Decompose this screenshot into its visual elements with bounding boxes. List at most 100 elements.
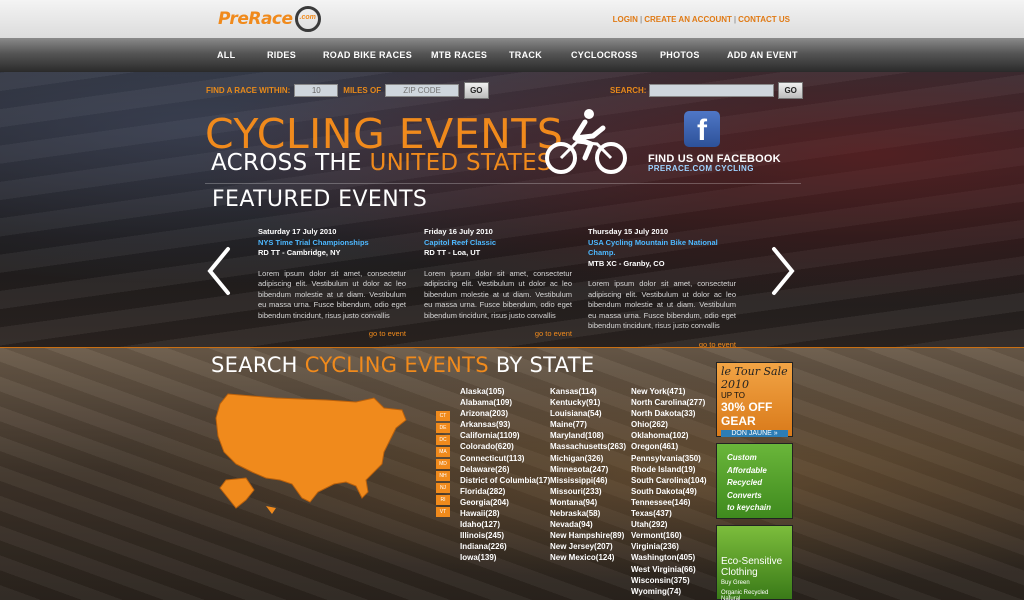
- state-link[interactable]: Indiana(226): [460, 541, 550, 552]
- search-input[interactable]: [649, 83, 775, 97]
- site-search-form: SEARCH: GO: [610, 81, 803, 99]
- state-link[interactable]: Colorado(620): [460, 441, 550, 452]
- state-ma[interactable]: MA: [436, 447, 450, 457]
- us-map[interactable]: [206, 388, 411, 518]
- state-link[interactable]: Pennsylvania(350): [631, 453, 707, 464]
- nav-mtb-races[interactable]: MTB RACES: [431, 50, 509, 60]
- state-link[interactable]: Idaho(127): [460, 519, 550, 530]
- state-link[interactable]: South Dakota(49): [631, 486, 707, 497]
- state-vt[interactable]: VT: [436, 507, 450, 517]
- logo-text: PreRace: [218, 9, 293, 29]
- prerace-logo[interactable]: PreRace .com: [218, 6, 321, 32]
- state-link[interactable]: Missouri(233): [550, 486, 626, 497]
- state-link[interactable]: Arizona(203): [460, 408, 550, 419]
- state-list-col3: New York(471) North Carolina(277) North …: [631, 386, 707, 597]
- ad-tagline: Buy Green: [721, 580, 750, 586]
- nav-add-an-event[interactable]: ADD AN EVENT: [727, 50, 807, 60]
- state-link[interactable]: Arkansas(93): [460, 419, 550, 430]
- main-navigation: ALL RIDES ROAD BIKE RACES MTB RACES TRAC…: [0, 38, 1024, 72]
- state-link[interactable]: Ohio(262): [631, 419, 707, 430]
- state-link[interactable]: Rhode Island(19): [631, 464, 707, 475]
- state-link[interactable]: Vermont(160): [631, 530, 707, 541]
- miles-input[interactable]: [294, 83, 339, 97]
- state-link[interactable]: Florida(282): [460, 486, 550, 497]
- state-link[interactable]: Maine(77): [550, 419, 626, 430]
- state-link[interactable]: Montana(94): [550, 497, 626, 508]
- state-link[interactable]: Utah(292): [631, 519, 707, 530]
- state-link[interactable]: Iowa(139): [460, 552, 550, 563]
- ad-footer: Organic Recycled Natural: [721, 590, 769, 600]
- eco-clothing-ad[interactable]: Eco-Sensitive Clothing Buy Green Organic…: [716, 525, 793, 600]
- state-de[interactable]: DE: [436, 423, 450, 433]
- state-link[interactable]: Alabama(109): [460, 397, 550, 408]
- state-link[interactable]: California(1109): [460, 430, 550, 441]
- state-link[interactable]: Wyoming(74): [631, 586, 707, 597]
- state-link[interactable]: Minnesota(247): [550, 464, 626, 475]
- nav-track[interactable]: TRACK: [509, 50, 571, 60]
- go-to-event-link[interactable]: go to event: [424, 329, 572, 340]
- state-link[interactable]: New York(471): [631, 386, 707, 397]
- ad-line: Affordable: [727, 465, 767, 475]
- state-nj[interactable]: NJ: [436, 483, 450, 493]
- state-link[interactable]: Kentucky(91): [550, 397, 626, 408]
- keychain-ad[interactable]: Custom Affordable Recycled Converts to k…: [716, 443, 793, 519]
- state-dc[interactable]: DC: [436, 435, 450, 445]
- login-link[interactable]: LOGIN: [613, 15, 638, 24]
- event-date: Thursday 15 July 2010: [588, 227, 669, 236]
- search-go-button[interactable]: GO: [778, 81, 803, 99]
- state-link[interactable]: Mississippi(46): [550, 475, 626, 486]
- state-link[interactable]: Maryland(108): [550, 430, 626, 441]
- state-link[interactable]: Illinois(245): [460, 530, 550, 541]
- event-name-link[interactable]: USA Cycling Mountain Bike National Champ…: [588, 238, 736, 259]
- nav-photos[interactable]: PHOTOS: [660, 50, 727, 60]
- event-name-link[interactable]: NYS Time Trial Championships: [258, 238, 406, 249]
- state-link[interactable]: Alaska(105): [460, 386, 550, 397]
- state-link[interactable]: New Jersey(207): [550, 541, 626, 552]
- state-link[interactable]: Washington(405): [631, 552, 707, 563]
- state-link[interactable]: Wisconsin(375): [631, 575, 707, 586]
- state-link[interactable]: North Carolina(277): [631, 397, 707, 408]
- state-link[interactable]: Michigan(326): [550, 453, 626, 464]
- state-link[interactable]: North Dakota(33): [631, 408, 707, 419]
- event-name-link[interactable]: Capitol Reef Classic: [424, 238, 572, 249]
- state-link[interactable]: Kansas(114): [550, 386, 626, 397]
- state-ct[interactable]: CT: [436, 411, 450, 421]
- state-link[interactable]: Tennessee(146): [631, 497, 707, 508]
- nav-rides[interactable]: RIDES: [267, 50, 323, 60]
- state-link[interactable]: New Mexico(124): [550, 552, 626, 563]
- state-link[interactable]: Delaware(26): [460, 464, 550, 475]
- state-nh[interactable]: NH: [436, 471, 450, 481]
- carousel-prev-arrow-icon[interactable]: [204, 245, 232, 297]
- state-link[interactable]: District of Columbia(17): [460, 475, 550, 486]
- state-link[interactable]: Oklahoma(102): [631, 430, 707, 441]
- facebook-icon[interactable]: f: [684, 111, 720, 147]
- state-ri[interactable]: RI: [436, 495, 450, 505]
- ad-line: Custom: [727, 453, 757, 462]
- state-link[interactable]: South Carolina(104): [631, 475, 707, 486]
- state-link[interactable]: Nebraska(58): [550, 508, 626, 519]
- state-link[interactable]: Nevada(94): [550, 519, 626, 530]
- state-link[interactable]: Louisiana(54): [550, 408, 626, 419]
- zip-code-input[interactable]: [385, 83, 460, 97]
- state-link[interactable]: Connecticut(113): [460, 453, 550, 464]
- state-link[interactable]: Hawaii(28): [460, 508, 550, 519]
- cyclist-icon: [545, 109, 627, 174]
- nav-all[interactable]: ALL: [217, 50, 267, 60]
- contact-us-link[interactable]: CONTACT US: [738, 15, 790, 24]
- carousel-next-arrow-icon[interactable]: [770, 245, 798, 297]
- state-link[interactable]: Oregon(461): [631, 441, 707, 452]
- nav-cyclocross[interactable]: CYCLOCROSS: [571, 50, 660, 60]
- create-account-link[interactable]: CREATE AN ACCOUNT: [644, 15, 732, 24]
- state-link[interactable]: West Virginia(66): [631, 564, 707, 575]
- state-search-title: SEARCH CYCLING EVENTS BY STATE: [211, 353, 595, 377]
- state-md[interactable]: MD: [436, 459, 450, 469]
- find-race-go-button[interactable]: GO: [464, 81, 489, 99]
- state-link[interactable]: Georgia(204): [460, 497, 550, 508]
- tour-sale-ad[interactable]: le Tour Sale 2010 UP TO 30% OFF GEAR DON…: [716, 362, 793, 437]
- state-link[interactable]: New Hampshire(89): [550, 530, 626, 541]
- state-link[interactable]: Massachusetts(263): [550, 441, 626, 452]
- nav-road-bike-races[interactable]: ROAD BIKE RACES: [323, 50, 431, 60]
- state-link[interactable]: Virginia(236): [631, 541, 707, 552]
- state-link[interactable]: Texas(437): [631, 508, 707, 519]
- go-to-event-link[interactable]: go to event: [258, 329, 406, 340]
